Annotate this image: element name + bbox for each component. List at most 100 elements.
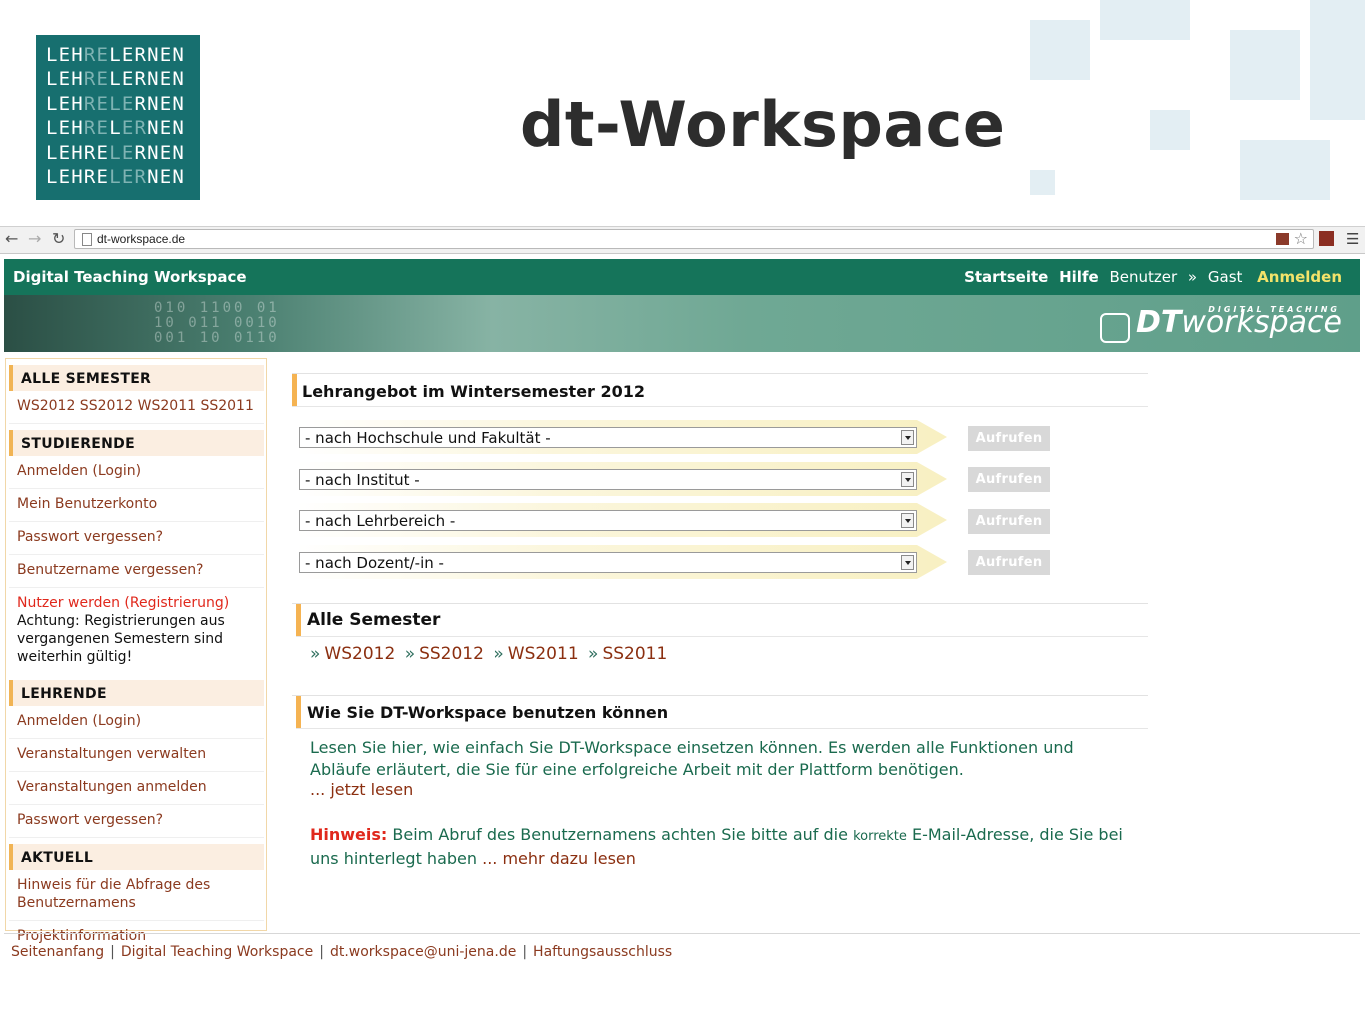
login-link[interactable]: Anmelden <box>1257 268 1342 286</box>
sidebar-item-teacher-forgot-password[interactable]: Passwort vergessen? <box>9 805 264 838</box>
sidebar-item-username-hint[interactable]: Hinweis für die Abfrage des Benutzername… <box>9 870 264 921</box>
institute-open-button[interactable]: Aufrufen <box>968 467 1050 492</box>
menu-icon[interactable]: ☰ <box>1346 230 1359 248</box>
footer-separator: | <box>522 944 528 960</box>
hint-small-text: korrekte <box>853 829 907 844</box>
logo-line: LEHRELERNEN <box>46 68 186 91</box>
footer-separator: | <box>110 944 115 960</box>
read-now-link[interactable]: ... jetzt lesen <box>310 780 413 799</box>
dt-workspace-logo: DIGITAL TEACHING DTworkspace <box>1100 305 1342 343</box>
sidebar-item-student-login[interactable]: Anmelden (Login) <box>9 456 264 489</box>
slide-title: dt-Workspace <box>520 88 1006 161</box>
faculty-open-button[interactable]: Aufrufen <box>968 426 1050 451</box>
hint-paragraph: Hinweis: Beim Abruf des Benutzernamens a… <box>310 824 1130 870</box>
footer-link-disclaimer[interactable]: Haftungsausschluss <box>533 944 672 960</box>
reload-icon[interactable]: ↻ <box>52 229 65 248</box>
background-decoration <box>1230 30 1300 100</box>
logo-line: LEHRELERNEN <box>46 141 186 164</box>
filter-row-faculty: - nach Hochschule und Fakultät - <box>297 420 957 454</box>
user-separator: » <box>1187 268 1198 286</box>
background-decoration <box>1240 140 1330 200</box>
semester-link-ws2011[interactable]: WS2011 <box>508 644 579 664</box>
lecturer-select[interactable]: - nach Dozent/-in - <box>299 552 917 573</box>
faculty-select[interactable]: - nach Hochschule und Fakultät - <box>299 427 917 448</box>
dropdown-arrow-icon[interactable] <box>901 555 914 570</box>
sidebar-heading-all-semesters: ALLE SEMESTER <box>9 365 264 391</box>
dropdown-arrow-icon[interactable] <box>901 430 914 445</box>
department-select[interactable]: - nach Lehrbereich - <box>299 510 917 531</box>
institute-select[interactable]: - nach Institut - <box>299 469 917 490</box>
dropdown-arrow-icon[interactable] <box>901 472 914 487</box>
address-bar[interactable]: dt-workspace.de ☆ <box>74 229 1314 249</box>
logo-dt: DT <box>1136 305 1182 340</box>
sidebar-item-teacher-login[interactable]: Anmelden (Login) <box>9 706 264 739</box>
logo-line: LEHRELERNEN <box>46 166 186 189</box>
semester-link-ws2012[interactable]: WS2012 <box>324 644 395 664</box>
footer-link-home[interactable]: Digital Teaching Workspace <box>121 944 313 960</box>
sidebar-heading-current: AKTUELL <box>9 844 264 870</box>
footer-link-email[interactable]: dt.workspace@uni-jena.de <box>330 944 516 960</box>
logo-line: LEHRELERNEN <box>46 117 186 140</box>
sidebar-heading-teachers: LEHRENDE <box>9 680 264 706</box>
site-title: Digital Teaching Workspace <box>13 268 247 286</box>
offer-title: Lehrangebot im Wintersemester 2012 <box>302 382 646 401</box>
registration-note: Achtung: Registrierungen aus vergangenen… <box>17 613 225 665</box>
background-decoration <box>1310 0 1365 120</box>
filter-row-department: - nach Lehrbereich - <box>297 503 957 537</box>
section-accent-bar <box>292 374 297 406</box>
extension-icon[interactable] <box>1276 233 1289 245</box>
link-separator: » <box>404 644 416 664</box>
sidebar-item-register-courses[interactable]: Veranstaltungen anmelden <box>9 772 264 805</box>
footer-separator: | <box>319 944 324 960</box>
star-icon[interactable]: ☆ <box>1294 229 1308 248</box>
hint-label: Hinweis: <box>310 825 388 844</box>
semesters-section-header: Alle Semester <box>296 604 1148 637</box>
link-separator: » <box>310 644 321 664</box>
lecturer-open-button[interactable]: Aufrufen <box>968 550 1050 575</box>
read-more-link[interactable]: ... mehr dazu lesen <box>482 849 636 868</box>
browser-toolbar: ← → ↻ dt-workspace.de ☆ ☰ <box>0 226 1365 254</box>
url-text: dt-workspace.de <box>97 232 186 246</box>
banner-decoration: 010 1100 01 10 011 0010 001 10 0110 <box>154 300 280 346</box>
sidebar-item-forgot-username[interactable]: Benutzername vergessen? <box>9 555 264 588</box>
sidebar-item-manage-courses[interactable]: Veranstaltungen verwalten <box>9 739 264 772</box>
extension-icon[interactable] <box>1319 231 1334 246</box>
sidebar-item-semesters[interactable]: WS2012 SS2012 WS2011 SS2011 <box>9 391 264 424</box>
back-arrow-icon[interactable]: ← <box>5 229 18 248</box>
logo-line: LEHRELERNEN <box>46 44 186 66</box>
section-accent-bar <box>296 604 301 636</box>
logo-tagline: DIGITAL TEACHING <box>1208 305 1340 314</box>
dropdown-arrow-icon[interactable] <box>901 513 914 528</box>
nav-home-link[interactable]: Startseite <box>964 268 1048 286</box>
header-banner: 010 1100 01 10 011 0010 001 10 0110 DIGITA… <box>4 295 1360 352</box>
howto-text: Lesen Sie hier, wie einfach Sie DT-Works… <box>310 738 1074 779</box>
howto-title: Wie Sie DT-Workspace benutzen können <box>307 703 669 722</box>
background-decoration <box>1030 170 1055 195</box>
semesters-title: Alle Semester <box>307 610 441 630</box>
select-value: - nach Lehrbereich - <box>305 512 456 530</box>
sidebar-item-user-account[interactable]: Mein Benutzerkonto <box>9 489 264 522</box>
background-decoration <box>1100 0 1190 40</box>
site-header: Digital Teaching Workspace Startseite Hi… <box>4 259 1360 295</box>
select-value: - nach Dozent/-in - <box>305 554 444 572</box>
footer-divider <box>4 933 1360 934</box>
forward-arrow-icon[interactable]: → <box>28 229 41 248</box>
page-icon <box>82 233 92 246</box>
howto-section-header: Wie Sie DT-Workspace benutzen können <box>296 696 1148 729</box>
sidebar-item-forgot-password[interactable]: Passwort vergessen? <box>9 522 264 555</box>
select-value: - nach Hochschule und Fakultät - <box>305 429 551 447</box>
semester-link-ss2012[interactable]: SS2012 <box>419 644 484 664</box>
semester-link-ss2011[interactable]: SS2011 <box>602 644 667 664</box>
department-open-button[interactable]: Aufrufen <box>968 509 1050 534</box>
hand-pointer-icon <box>1100 312 1131 343</box>
semester-links: » WS2012 » SS2012 » WS2011 » SS2011 <box>310 644 667 664</box>
footer-link-top[interactable]: Seitenanfang <box>11 944 104 960</box>
sidebar-item-register[interactable]: Nutzer werden (Registrierung) <box>9 588 264 612</box>
link-separator: » <box>588 644 599 664</box>
user-label: Benutzer <box>1109 268 1178 286</box>
nav-help-link[interactable]: Hilfe <box>1059 268 1099 286</box>
section-accent-bar <box>296 696 301 728</box>
slide-header: LEHRELERNEN LEHRELERNEN LEHRELERNEN LEHR… <box>0 0 1365 226</box>
filter-row-institute: - nach Institut - <box>297 462 957 496</box>
lehrelernen-logo: LEHRELERNEN LEHRELERNEN LEHRELERNEN LEHR… <box>36 35 200 200</box>
